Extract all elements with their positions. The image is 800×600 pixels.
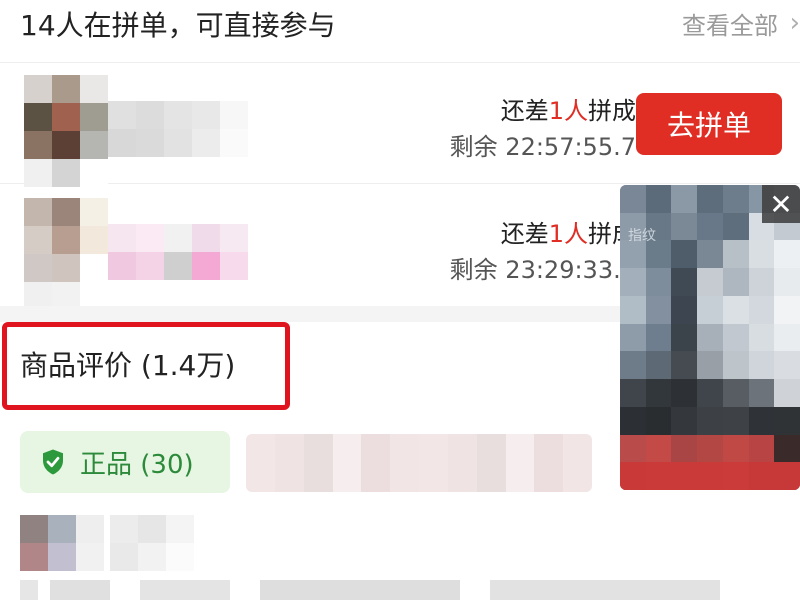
review-tags-blurred[interactable] bbox=[246, 434, 592, 492]
authentic-tag[interactable]: 正品 (30) bbox=[20, 431, 230, 493]
shield-check-icon bbox=[43, 449, 63, 475]
floating-video[interactable]: 指纹 ✕ bbox=[620, 185, 800, 490]
remaining-time: 剩余 22:57:55.7 bbox=[449, 133, 636, 161]
need-people-text: 还差1人拼成 bbox=[501, 91, 636, 126]
highlight-box bbox=[2, 322, 290, 410]
need-prefix: 还差 bbox=[500, 97, 549, 125]
avatar bbox=[24, 75, 108, 187]
chevron-right-icon[interactable]: › bbox=[790, 8, 800, 38]
group-buy-title: 14人在拼单，可直接参与 bbox=[20, 9, 336, 42]
need-count: 1人 bbox=[548, 97, 588, 125]
view-all-link[interactable]: 查看全部 bbox=[682, 6, 778, 41]
need-count: 1人 bbox=[548, 220, 588, 248]
video-caption: 指纹 bbox=[628, 228, 656, 244]
join-group-button[interactable]: 去拼单 bbox=[636, 93, 782, 155]
user-name-blurred bbox=[108, 101, 248, 157]
close-icon[interactable]: ✕ bbox=[762, 185, 800, 223]
remaining-time: 剩余 23:29:33.7 bbox=[449, 256, 636, 284]
user-name-blurred bbox=[108, 224, 248, 280]
avatar bbox=[20, 515, 104, 575]
avatar bbox=[24, 198, 108, 310]
group-buy-header: 14人在拼单，可直接参与 查看全部 › bbox=[0, 0, 800, 63]
user-name-blurred bbox=[110, 515, 194, 571]
review-text-partial bbox=[20, 580, 800, 600]
need-suffix: 拼成 bbox=[588, 97, 636, 125]
authentic-tag-label: 正品 (30) bbox=[80, 449, 194, 480]
group-row: 还差1人拼成 剩余 22:57:55.7 去拼单 bbox=[0, 63, 800, 187]
need-people-text: 还差1人拼成 bbox=[501, 214, 636, 249]
need-prefix: 还差 bbox=[500, 220, 549, 248]
video-bottom-band bbox=[620, 462, 800, 490]
